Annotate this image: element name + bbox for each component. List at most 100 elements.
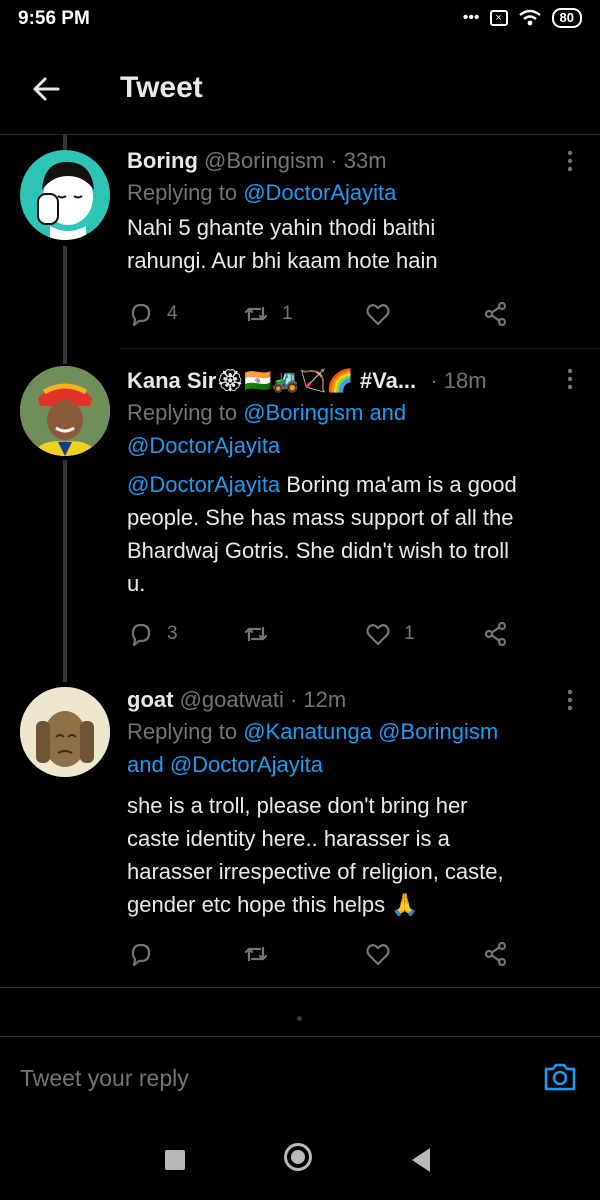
tweet-text-line: u. [127, 571, 146, 596]
timestamp[interactable]: · 33m [330, 148, 386, 173]
status-bar: 9:56 PM ••• × 80 [0, 0, 600, 44]
reply-button[interactable]: 4 [127, 299, 178, 329]
share-button[interactable] [482, 939, 510, 969]
handle[interactable]: @goatwati [180, 687, 284, 712]
tweet-text-line: Nahi 5 ghante yahin thodi baithi [127, 215, 436, 240]
top-app-bar: Tweet [0, 44, 600, 135]
avatar[interactable] [20, 150, 110, 240]
display-name-emoji: 🏵🇮🇳🚜🏹🌈 [216, 368, 354, 393]
recents-icon[interactable] [165, 1150, 185, 1170]
replying-to-mention[interactable]: @Kanatunga @Boringism [243, 719, 498, 744]
timestamp[interactable]: · 18m [430, 368, 486, 393]
no-sim-icon: × [489, 10, 508, 26]
display-name[interactable]: Kana Sir [127, 368, 216, 393]
tweet[interactable]: Kana Sir🏵🇮🇳🚜🏹🌈 #Va... · 18m Replying to … [0, 366, 600, 666]
tweet-separator [0, 987, 600, 988]
tweet-separator [120, 348, 600, 349]
like-button[interactable]: 1 [364, 619, 415, 649]
tweet[interactable]: goat @goatwati · 12m Replying to @Kanatu… [0, 685, 600, 985]
reply-count: 3 [167, 623, 178, 644]
more-vertical-icon[interactable] [566, 150, 574, 172]
tweet-actions [127, 939, 527, 973]
heart-icon [366, 944, 390, 966]
retweet-icon [244, 306, 268, 322]
tweet-body: Kana Sir🏵🇮🇳🚜🏹🌈 #Va... · 18m Replying to … [127, 366, 580, 600]
heart-icon [366, 624, 390, 646]
page-title: Tweet [120, 71, 203, 104]
share-button[interactable] [482, 619, 510, 649]
reply-icon [131, 943, 151, 967]
replying-to: Replying to @Boringism and @DoctorAjayit… [127, 396, 580, 462]
arrow-left-icon[interactable] [30, 72, 64, 106]
replying-to-mention[interactable]: @Boringism and [243, 400, 406, 425]
tweet-body: goat @goatwati · 12m Replying to @Kanatu… [127, 685, 580, 921]
tweet-text-line: Bhardwaj Gotris. She didn't wish to trol… [127, 538, 510, 563]
back-triangle-icon[interactable] [412, 1148, 430, 1172]
like-count: 1 [404, 623, 415, 644]
avatar-face-illustration [37, 161, 94, 240]
tweet[interactable]: Boring @Boringism · 33m Replying to @Doc… [0, 146, 600, 336]
heart-icon [366, 304, 390, 326]
tweet-meta: goat @goatwati · 12m [127, 685, 580, 715]
tweet-text: Nahi 5 ghante yahin thodi baithi rahungi… [127, 211, 580, 277]
replying-to-label: Replying to [127, 719, 244, 744]
retweet-button[interactable] [242, 939, 282, 969]
avatar-photo [20, 366, 110, 456]
display-name[interactable]: Boring [127, 148, 198, 173]
text-mention[interactable]: @DoctorAjayita [127, 472, 280, 497]
reply-bar: Tweet your reply [0, 1036, 600, 1123]
avatar-photo [20, 687, 110, 777]
avatar[interactable] [20, 687, 110, 777]
tweet-actions: 4 1 [127, 299, 527, 333]
status-icons: ••• × 80 [463, 8, 582, 28]
replying-to: Replying to @DoctorAjayita [127, 176, 580, 209]
tweet-text: she is a troll, please don't bring her c… [127, 789, 580, 921]
notification-dots: ••• [462, 9, 480, 26]
avatar[interactable] [20, 366, 110, 456]
tweet-text-line: Boring ma'am is a good [280, 472, 517, 497]
share-icon [484, 941, 507, 967]
replying-to-mention[interactable]: @DoctorAjayita [243, 180, 396, 205]
reply-icon [131, 623, 151, 647]
retweet-button[interactable] [242, 619, 282, 649]
system-nav-bar [0, 1122, 600, 1200]
tweet-text-line: gender etc hope this helps 🙏 [127, 892, 419, 917]
wifi-icon [518, 9, 541, 26]
camera-icon[interactable] [542, 1059, 578, 1095]
replying-to: Replying to @Kanatunga @Boringism and @D… [127, 715, 580, 781]
more-vertical-icon[interactable] [566, 368, 574, 390]
tweet-body: Boring @Boringism · 33m Replying to @Doc… [127, 146, 580, 277]
replying-to-label: Replying to [127, 180, 244, 205]
retweet-button[interactable]: 1 [242, 299, 293, 329]
display-name[interactable]: goat [127, 687, 173, 712]
retweet-count: 1 [282, 303, 293, 324]
more-vertical-icon[interactable] [566, 689, 574, 711]
tweet-meta: Kana Sir🏵🇮🇳🚜🏹🌈 #Va... · 18m [127, 366, 580, 396]
reply-button[interactable]: 3 [127, 619, 178, 649]
reply-button[interactable] [127, 939, 167, 969]
replying-to-mention[interactable]: and @DoctorAjayita [127, 748, 580, 781]
tweet-text-line: people. She has mass support of all the [127, 505, 514, 530]
display-name-hashtag[interactable]: #Va... [360, 368, 416, 393]
tweet-text-line: harasser irrespective of religion, caste… [127, 859, 504, 884]
loading-dot [297, 1016, 302, 1021]
replying-to-mention[interactable]: @DoctorAjayita [127, 429, 580, 462]
reply-input[interactable]: Tweet your reply [20, 1065, 189, 1092]
reply-count: 4 [167, 303, 178, 324]
replying-to-label: Replying to [127, 400, 244, 425]
share-icon [484, 301, 507, 327]
like-button[interactable] [364, 939, 404, 969]
tweet-text-line: she is a troll, please don't bring her [127, 793, 468, 818]
tweet-text: @DoctorAjayita Boring ma'am is a good pe… [127, 468, 580, 600]
handle[interactable]: @Boringism [204, 148, 324, 173]
home-icon[interactable] [284, 1143, 312, 1171]
reply-icon [131, 303, 151, 327]
like-button[interactable] [364, 299, 404, 329]
tweet-actions: 3 1 [127, 619, 527, 653]
share-button[interactable] [482, 299, 510, 329]
tweet-text-line: caste identity here.. harasser is a [127, 826, 450, 851]
timestamp[interactable]: · 12m [290, 687, 346, 712]
share-icon [484, 621, 507, 647]
retweet-icon [244, 946, 268, 962]
status-time: 9:56 PM [18, 8, 90, 29]
